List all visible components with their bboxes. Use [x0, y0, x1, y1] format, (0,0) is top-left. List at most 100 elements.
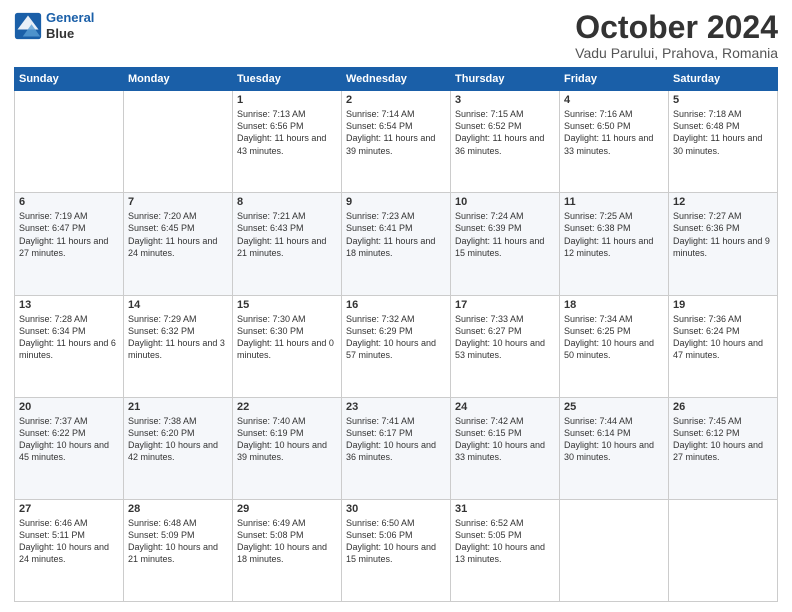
calendar-cell: 5Sunrise: 7:18 AM Sunset: 6:48 PM Daylig… — [669, 91, 778, 193]
calendar-cell — [669, 499, 778, 601]
day-header-sunday: Sunday — [15, 68, 124, 91]
calendar-cell: 8Sunrise: 7:21 AM Sunset: 6:43 PM Daylig… — [233, 193, 342, 295]
cell-content: Sunrise: 7:18 AM Sunset: 6:48 PM Dayligh… — [673, 108, 773, 157]
calendar-cell: 2Sunrise: 7:14 AM Sunset: 6:54 PM Daylig… — [342, 91, 451, 193]
cell-content: Sunrise: 7:33 AM Sunset: 6:27 PM Dayligh… — [455, 313, 555, 362]
day-number: 8 — [237, 196, 337, 208]
day-number: 11 — [564, 196, 664, 208]
logo-text: General Blue — [46, 10, 94, 41]
cell-content: Sunrise: 7:16 AM Sunset: 6:50 PM Dayligh… — [564, 108, 664, 157]
calendar-cell: 15 Sunrise: 7:30 AM Sunset: 6:30 PM Dayli… — [233, 295, 342, 397]
day-number: 30 — [346, 503, 446, 515]
cell-content: Sunrise: 7:41 AM Sunset: 6:17 PM Dayligh… — [346, 415, 446, 464]
calendar-cell: 22 Sunrise: 7:40 AM Sunset: 6:19 PM Dayli… — [233, 397, 342, 499]
day-header-friday: Friday — [560, 68, 669, 91]
cell-content: Sunrise: 6:52 AM Sunset: 5:05 PM Dayligh… — [455, 517, 555, 566]
header-row: SundayMondayTuesdayWednesdayThursdayFrid… — [15, 68, 778, 91]
calendar-cell: 11 Sunrise: 7:25 AM Sunset: 6:38 PM Dayli… — [560, 193, 669, 295]
day-number: 28 — [128, 503, 228, 515]
day-number: 19 — [673, 299, 773, 311]
calendar-cell: 20 Sunrise: 7:37 AM Sunset: 6:22 PM Dayli… — [15, 397, 124, 499]
day-number: 16 — [346, 299, 446, 311]
calendar-cell: 17 Sunrise: 7:33 AM Sunset: 6:27 PM Dayli… — [451, 295, 560, 397]
main-title: October 2024 — [575, 10, 778, 45]
day-number: 29 — [237, 503, 337, 515]
calendar-cell: 27Sunrise: 6:46 AM Sunset: 5:11 PM Dayli… — [15, 499, 124, 601]
day-number: 22 — [237, 401, 337, 413]
day-number: 21 — [128, 401, 228, 413]
day-number: 31 — [455, 503, 555, 515]
calendar-cell: 26 Sunrise: 7:45 AM Sunset: 6:12 PM Dayli… — [669, 397, 778, 499]
cell-content: Sunrise: 7:20 AM Sunset: 6:45 PM Dayligh… — [128, 210, 228, 259]
day-number: 24 — [455, 401, 555, 413]
cell-content: Sunrise: 7:27 AM Sunset: 6:36 PM Dayligh… — [673, 210, 773, 259]
cell-content: Sunrise: 7:36 AM Sunset: 6:24 PM Dayligh… — [673, 313, 773, 362]
week-row-5: 27Sunrise: 6:46 AM Sunset: 5:11 PM Dayli… — [15, 499, 778, 601]
day-number: 17 — [455, 299, 555, 311]
day-number: 27 — [19, 503, 119, 515]
cell-content: Sunrise: 7:28 AM Sunset: 6:34 PM Dayligh… — [19, 313, 119, 362]
cell-content: Sunrise: 7:30 AM Sunset: 6:30 PM Dayligh… — [237, 313, 337, 362]
day-number: 12 — [673, 196, 773, 208]
calendar-cell: 9 Sunrise: 7:23 AM Sunset: 6:41 PM Daylig… — [342, 193, 451, 295]
day-header-wednesday: Wednesday — [342, 68, 451, 91]
calendar-cell: 1 Sunrise: 7:13 AM Sunset: 6:56 PM Daylig… — [233, 91, 342, 193]
header: General Blue October 2024 Vadu Parului, … — [14, 10, 778, 61]
cell-content: Sunrise: 7:25 AM Sunset: 6:38 PM Dayligh… — [564, 210, 664, 259]
calendar-cell — [15, 91, 124, 193]
calendar-cell: 12 Sunrise: 7:27 AM Sunset: 6:36 PM Dayli… — [669, 193, 778, 295]
cell-content: Sunrise: 7:13 AM Sunset: 6:56 PM Dayligh… — [237, 108, 337, 157]
calendar-cell: 3 Sunrise: 7:15 AM Sunset: 6:52 PM Daylig… — [451, 91, 560, 193]
calendar-cell: 23 Sunrise: 7:41 AM Sunset: 6:17 PM Dayli… — [342, 397, 451, 499]
cell-content: Sunrise: 7:32 AM Sunset: 6:29 PM Dayligh… — [346, 313, 446, 362]
cell-content: Sunrise: 7:40 AM Sunset: 6:19 PM Dayligh… — [237, 415, 337, 464]
calendar-cell: 4Sunrise: 7:16 AM Sunset: 6:50 PM Daylig… — [560, 91, 669, 193]
calendar-header: SundayMondayTuesdayWednesdayThursdayFrid… — [15, 68, 778, 91]
day-number: 3 — [455, 94, 555, 106]
day-number: 13 — [19, 299, 119, 311]
week-row-3: 13 Sunrise: 7:28 AM Sunset: 6:34 PM Dayli… — [15, 295, 778, 397]
cell-content: Sunrise: 7:15 AM Sunset: 6:52 PM Dayligh… — [455, 108, 555, 157]
day-number: 23 — [346, 401, 446, 413]
day-header-monday: Monday — [124, 68, 233, 91]
calendar-cell: 13 Sunrise: 7:28 AM Sunset: 6:34 PM Dayli… — [15, 295, 124, 397]
calendar-cell: 16 Sunrise: 7:32 AM Sunset: 6:29 PM Dayli… — [342, 295, 451, 397]
calendar-cell: 30Sunrise: 6:50 AM Sunset: 5:06 PM Dayli… — [342, 499, 451, 601]
week-row-2: 6 Sunrise: 7:19 AM Sunset: 6:47 PM Daylig… — [15, 193, 778, 295]
week-row-4: 20 Sunrise: 7:37 AM Sunset: 6:22 PM Dayli… — [15, 397, 778, 499]
logo: General Blue — [14, 10, 94, 41]
day-number: 10 — [455, 196, 555, 208]
week-row-1: 1 Sunrise: 7:13 AM Sunset: 6:56 PM Daylig… — [15, 91, 778, 193]
calendar-cell: 14 Sunrise: 7:29 AM Sunset: 6:32 PM Dayli… — [124, 295, 233, 397]
calendar-cell: 28Sunrise: 6:48 AM Sunset: 5:09 PM Dayli… — [124, 499, 233, 601]
cell-content: Sunrise: 7:38 AM Sunset: 6:20 PM Dayligh… — [128, 415, 228, 464]
calendar-cell — [124, 91, 233, 193]
cell-content: Sunrise: 7:37 AM Sunset: 6:22 PM Dayligh… — [19, 415, 119, 464]
day-number: 14 — [128, 299, 228, 311]
day-number: 9 — [346, 196, 446, 208]
cell-content: Sunrise: 7:45 AM Sunset: 6:12 PM Dayligh… — [673, 415, 773, 464]
day-number: 15 — [237, 299, 337, 311]
day-header-saturday: Saturday — [669, 68, 778, 91]
day-number: 20 — [19, 401, 119, 413]
day-number: 26 — [673, 401, 773, 413]
calendar-cell: 10 Sunrise: 7:24 AM Sunset: 6:39 PM Dayli… — [451, 193, 560, 295]
cell-content: Sunrise: 7:19 AM Sunset: 6:47 PM Dayligh… — [19, 210, 119, 259]
logo-line1: General — [46, 10, 94, 25]
cell-content: Sunrise: 7:29 AM Sunset: 6:32 PM Dayligh… — [128, 313, 228, 362]
page: General Blue October 2024 Vadu Parului, … — [0, 0, 792, 612]
calendar-table: SundayMondayTuesdayWednesdayThursdayFrid… — [14, 67, 778, 602]
calendar-body: 1 Sunrise: 7:13 AM Sunset: 6:56 PM Daylig… — [15, 91, 778, 602]
day-number: 6 — [19, 196, 119, 208]
day-number: 7 — [128, 196, 228, 208]
calendar-cell: 21 Sunrise: 7:38 AM Sunset: 6:20 PM Dayli… — [124, 397, 233, 499]
cell-content: Sunrise: 6:49 AM Sunset: 5:08 PM Dayligh… — [237, 517, 337, 566]
logo-line2: Blue — [46, 26, 94, 42]
day-number: 1 — [237, 94, 337, 106]
calendar-cell: 6 Sunrise: 7:19 AM Sunset: 6:47 PM Daylig… — [15, 193, 124, 295]
day-number: 18 — [564, 299, 664, 311]
cell-content: Sunrise: 7:23 AM Sunset: 6:41 PM Dayligh… — [346, 210, 446, 259]
cell-content: Sunrise: 7:24 AM Sunset: 6:39 PM Dayligh… — [455, 210, 555, 259]
calendar-cell — [560, 499, 669, 601]
day-header-tuesday: Tuesday — [233, 68, 342, 91]
